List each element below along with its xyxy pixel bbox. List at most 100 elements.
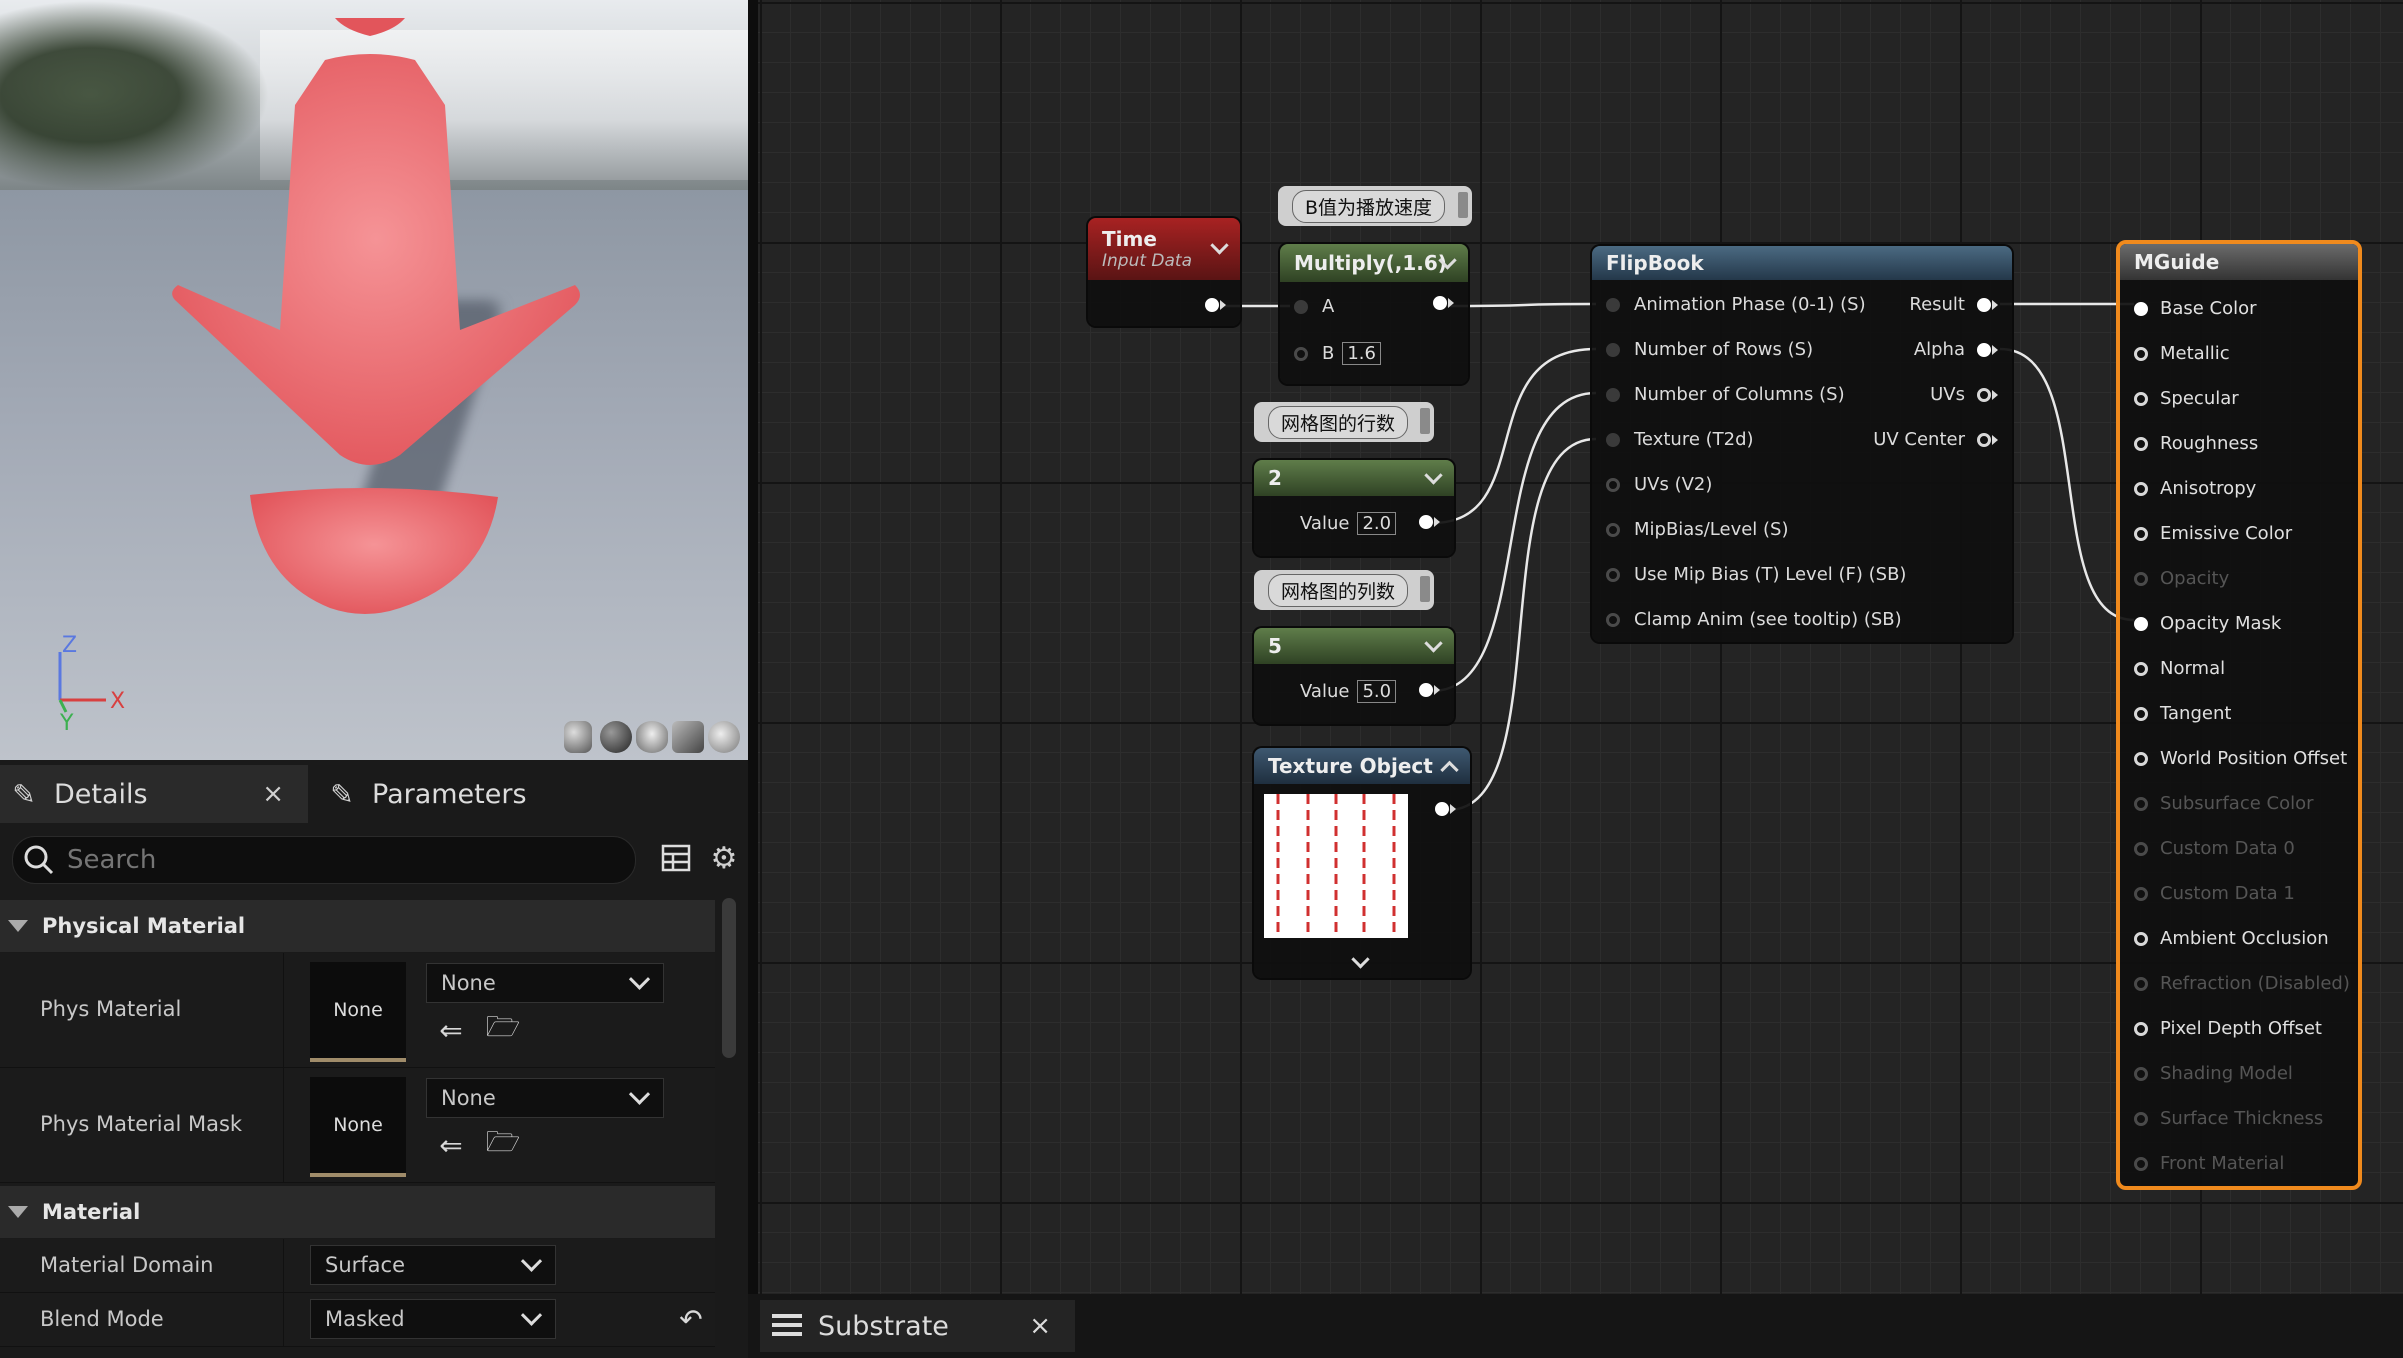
mguide-input-pin[interactable]: Shading Model: [2134, 1063, 2293, 1084]
mguide-input-pin[interactable]: Roughness: [2134, 433, 2258, 454]
input-pin[interactable]: Number of Rows (S): [1606, 339, 1813, 360]
flipbook-node[interactable]: FlipBook Animation Phase (0-1) (S) Numbe…: [1592, 246, 2012, 642]
input-pin[interactable]: Use Mip Bias (T) Level (F) (SB): [1606, 564, 1906, 585]
section-material[interactable]: Material: [0, 1186, 715, 1238]
mguide-input-pin[interactable]: World Position Offset: [2134, 748, 2347, 769]
table-view-icon[interactable]: [658, 840, 694, 876]
pin-label: Ambient Occlusion: [2160, 928, 2329, 949]
details-scrollbar[interactable]: [722, 898, 736, 1058]
output-pin-alpha[interactable]: Alpha: [1914, 339, 1998, 360]
input-pin[interactable]: MipBias/Level (S): [1606, 519, 1789, 540]
value-field[interactable]: Value 2.0: [1300, 512, 1397, 535]
panel-splitter[interactable]: [748, 0, 758, 1358]
tab-details[interactable]: ✎ Details ×: [0, 765, 308, 823]
output-pin[interactable]: [1435, 802, 1456, 816]
search-bar[interactable]: [12, 836, 636, 884]
pin-label: Normal: [2160, 658, 2226, 679]
texture-object-node[interactable]: Texture Object: [1254, 748, 1470, 978]
use-selected-asset-icon[interactable]: ⇐: [434, 1128, 468, 1162]
chevron-down-icon: [628, 1083, 651, 1105]
browse-asset-icon[interactable]: 🗁: [486, 1125, 521, 1162]
node-title: 5: [1268, 634, 1282, 658]
mguide-output-node[interactable]: MGuide Base Color Metallic Specular Roughne…: [2116, 240, 2362, 1190]
asset-thumbnail[interactable]: None: [310, 962, 406, 1062]
search-icon: [24, 845, 54, 875]
mguide-input-pin[interactable]: Front Material: [2134, 1153, 2284, 1174]
preview-plane-icon[interactable]: [636, 721, 668, 753]
output-pin[interactable]: [1205, 298, 1226, 312]
close-icon[interactable]: ×: [262, 779, 284, 809]
input-pin[interactable]: Animation Phase (0-1) (S): [1606, 294, 1866, 315]
collapse-arrow-icon: [8, 920, 28, 932]
chevron-down-icon[interactable]: [1351, 950, 1370, 969]
browse-asset-icon[interactable]: 🗁: [486, 1010, 521, 1047]
blend-mode-dropdown[interactable]: Masked: [310, 1299, 556, 1339]
pin-comment-icon[interactable]: [1420, 408, 1430, 434]
output-pin[interactable]: [1419, 515, 1440, 529]
close-icon[interactable]: ×: [1029, 1311, 1051, 1341]
preview-cube-icon[interactable]: [672, 721, 704, 753]
mguide-input-pin[interactable]: Base Color: [2134, 298, 2257, 319]
output-pin-uvs[interactable]: UVs: [1930, 384, 1998, 405]
mguide-input-pin[interactable]: Refraction (Disabled): [2134, 973, 2350, 994]
b-value-field[interactable]: 1.6: [1342, 342, 1381, 365]
input-pin-b[interactable]: B 1.6: [1294, 342, 1381, 365]
mguide-input-pin[interactable]: Subsurface Color: [2134, 793, 2314, 814]
mguide-input-pin[interactable]: Opacity: [2134, 568, 2229, 589]
asset-picker-dropdown[interactable]: None: [426, 963, 664, 1003]
input-pin-a[interactable]: A: [1294, 296, 1334, 317]
pin-label: UVs: [1930, 384, 1965, 405]
search-input[interactable]: [65, 844, 609, 876]
preview-teapot-icon[interactable]: [708, 721, 740, 753]
output-pin[interactable]: [1433, 296, 1454, 310]
input-pin[interactable]: UVs (V2): [1606, 474, 1712, 495]
mguide-input-pin[interactable]: Custom Data 0: [2134, 838, 2295, 859]
pin-comment-icon[interactable]: [1420, 576, 1430, 602]
constant-rows-node[interactable]: 2 Value 2.0: [1254, 460, 1454, 556]
mguide-input-pin[interactable]: Emissive Color: [2134, 523, 2292, 544]
tab-substrate[interactable]: Substrate ×: [760, 1300, 1075, 1352]
mguide-input-pin[interactable]: Metallic: [2134, 343, 2230, 364]
mguide-input-pin[interactable]: Specular: [2134, 388, 2239, 409]
mguide-input-pin[interactable]: Pixel Depth Offset: [2134, 1018, 2322, 1039]
comment-bubble[interactable]: B值为播放速度: [1278, 186, 1472, 226]
material-preview-viewport[interactable]: Z X Y: [0, 0, 748, 760]
pin-icon: [2134, 301, 2148, 316]
value-field[interactable]: Value 5.0: [1300, 680, 1397, 703]
comment-bubble[interactable]: 网格图的行数: [1254, 402, 1434, 442]
input-pin[interactable]: Clamp Anim (see tooltip) (SB): [1606, 609, 1902, 630]
property-label: Phys Material: [40, 997, 182, 1021]
reset-to-default-icon[interactable]: ↶: [674, 1302, 708, 1336]
mguide-input-pin[interactable]: Ambient Occlusion: [2134, 928, 2329, 949]
preview-cylinder-icon[interactable]: [564, 721, 592, 753]
output-pin[interactable]: [1419, 683, 1440, 697]
comment-bubble[interactable]: 网格图的列数: [1254, 570, 1434, 610]
constant-cols-node[interactable]: 5 Value 5.0: [1254, 628, 1454, 724]
mguide-input-pin[interactable]: Opacity Mask: [2134, 613, 2281, 634]
pin-icon: [1977, 297, 1991, 312]
value-input[interactable]: 2.0: [1357, 512, 1397, 535]
pin-arrow-icon: [1434, 685, 1440, 695]
output-pin-result[interactable]: Result: [1909, 294, 1998, 315]
output-pin-uv-center[interactable]: UV Center: [1873, 429, 1998, 450]
pin-comment-icon[interactable]: [1458, 192, 1468, 218]
time-node[interactable]: Time Input Data: [1088, 218, 1240, 326]
multiply-node[interactable]: Multiply(,1.6) A B 1.6: [1280, 244, 1468, 384]
mguide-input-pin[interactable]: Normal: [2134, 658, 2225, 679]
use-selected-asset-icon[interactable]: ⇐: [434, 1013, 468, 1047]
asset-picker-dropdown[interactable]: None: [426, 1078, 664, 1118]
mguide-input-pin[interactable]: Tangent: [2134, 703, 2231, 724]
gear-icon[interactable]: ⚙: [706, 840, 742, 876]
asset-thumbnail[interactable]: None: [310, 1077, 406, 1177]
pin-icon: [1419, 515, 1433, 529]
mguide-input-pin[interactable]: Custom Data 1: [2134, 883, 2295, 904]
mguide-input-pin[interactable]: Surface Thickness: [2134, 1108, 2323, 1129]
material-domain-dropdown[interactable]: Surface: [310, 1245, 556, 1285]
value-input[interactable]: 5.0: [1357, 680, 1397, 703]
mguide-input-pin[interactable]: Anisotropy: [2134, 478, 2256, 499]
tab-parameters[interactable]: ✎ Parameters: [318, 765, 738, 823]
input-pin[interactable]: Number of Columns (S): [1606, 384, 1845, 405]
preview-sphere-icon[interactable]: [600, 721, 632, 753]
input-pin[interactable]: Texture (T2d): [1606, 429, 1754, 450]
section-physical-material[interactable]: Physical Material: [0, 900, 715, 952]
